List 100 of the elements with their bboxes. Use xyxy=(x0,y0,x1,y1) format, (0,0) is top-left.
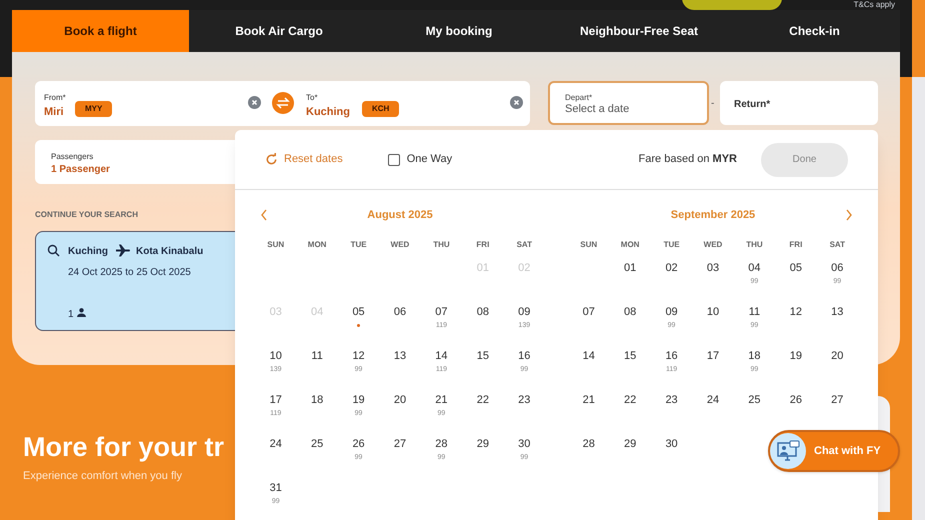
weekday-label: MON xyxy=(308,239,326,251)
tab[interactable]: Neighbour-Free Seat xyxy=(549,10,729,52)
day-number[interactable]: 31 xyxy=(270,481,282,496)
checkbox-label: One Way xyxy=(406,152,452,168)
day-number[interactable]: 17 xyxy=(706,349,720,364)
day-number[interactable]: 08 xyxy=(476,305,489,320)
city-name: Miri xyxy=(44,105,64,120)
tab[interactable]: Book a flight xyxy=(12,10,189,52)
day-number[interactable]: 14 xyxy=(582,349,595,364)
airport-code: KCH xyxy=(362,101,400,117)
weekday-label: SUN xyxy=(580,239,598,251)
field-label: From* xyxy=(44,92,66,104)
travel-dates: 24 Oct 2025 to 25 Oct 2025 xyxy=(68,266,191,280)
day-number[interactable]: 24 xyxy=(706,393,720,408)
day-number[interactable]: 29 xyxy=(624,437,636,452)
day-number[interactable]: 19 xyxy=(352,393,365,408)
day-number[interactable]: 05 xyxy=(790,261,802,276)
day-number[interactable]: 28 xyxy=(582,437,595,452)
day-number[interactable]: 12 xyxy=(352,349,365,364)
day-number[interactable]: 06 xyxy=(831,261,844,276)
day-number[interactable]: 04 xyxy=(748,261,761,276)
day-number[interactable]: 19 xyxy=(790,349,802,364)
field-label: Depart* xyxy=(565,92,592,104)
destination-city: Kota Kinabalu xyxy=(136,245,204,259)
tab[interactable]: My booking xyxy=(369,10,549,52)
date-separator: - xyxy=(711,97,714,111)
month-title: September 2025 xyxy=(670,208,756,223)
day-number[interactable]: 28 xyxy=(435,437,448,452)
day-number[interactable]: 11 xyxy=(311,349,323,364)
route-field[interactable]: From* Miri MYY To* Kuching KCH xyxy=(35,81,530,126)
day-number[interactable]: 22 xyxy=(476,393,489,408)
depart-field[interactable]: Depart* Select a date xyxy=(548,81,709,125)
day-number[interactable]: 15 xyxy=(476,349,489,364)
day-number[interactable]: 16 xyxy=(518,349,530,364)
day-number[interactable]: 12 xyxy=(790,305,802,320)
day-number[interactable]: 01 xyxy=(624,261,636,276)
weekday-label: TUE xyxy=(350,239,367,251)
day-number[interactable]: 06 xyxy=(394,305,406,320)
field-label: Return* xyxy=(734,98,770,112)
terms-note: T&Cs apply xyxy=(854,0,895,9)
day-number[interactable]: 30 xyxy=(518,437,530,452)
day-number[interactable]: 25 xyxy=(311,437,324,452)
day-number[interactable]: 09 xyxy=(518,305,530,320)
day-number[interactable]: 03 xyxy=(706,261,720,276)
promo-subtitle: Experience comfort when you fly xyxy=(23,469,182,484)
day-number[interactable]: 10 xyxy=(706,305,720,320)
day-number[interactable]: 26 xyxy=(790,393,802,408)
day-number[interactable]: 23 xyxy=(665,393,678,408)
day-number[interactable]: 07 xyxy=(435,305,448,320)
day-number[interactable]: 23 xyxy=(518,393,530,408)
weekday-label: FRI xyxy=(476,239,490,251)
day-number[interactable]: 05 xyxy=(352,305,365,320)
field-value: 1 Passenger xyxy=(51,163,110,177)
field-label: To* xyxy=(306,92,318,104)
month-title: August 2025 xyxy=(367,208,433,223)
day-number[interactable]: 18 xyxy=(311,393,324,408)
weekday-label: TUE xyxy=(664,239,680,251)
day-number[interactable]: 24 xyxy=(270,437,282,452)
passenger-count: 1 xyxy=(68,308,74,322)
day-number[interactable]: 11 xyxy=(748,305,760,320)
weekday-label: FRI xyxy=(789,239,802,251)
day-number[interactable]: 16 xyxy=(665,349,678,364)
fare-currency-note: Fare based on MYR xyxy=(638,152,737,168)
day-number[interactable]: 27 xyxy=(394,437,406,452)
day-number[interactable]: 25 xyxy=(748,393,761,408)
day-number[interactable]: 09 xyxy=(665,305,678,320)
weekday-label: SUN xyxy=(267,239,284,251)
day-number[interactable]: 21 xyxy=(582,393,595,408)
day-number[interactable]: 20 xyxy=(394,393,406,408)
day-number[interactable]: 18 xyxy=(748,349,761,364)
promo-title: More for your tr xyxy=(23,431,224,464)
day-number[interactable]: 20 xyxy=(831,349,844,364)
day-number[interactable]: 07 xyxy=(582,305,595,320)
day-number[interactable]: 15 xyxy=(624,349,636,364)
weekday-label: SAT xyxy=(830,239,845,251)
return-field[interactable]: Return* xyxy=(720,81,878,125)
tab[interactable]: Book Air Cargo xyxy=(189,10,369,52)
day-number[interactable]: 17 xyxy=(270,393,282,408)
weekday-label: SAT xyxy=(516,239,532,251)
tab[interactable]: Check-in xyxy=(729,10,900,52)
weekday-label: THU xyxy=(746,239,763,251)
day-number[interactable]: 30 xyxy=(665,437,678,452)
day-number[interactable]: 10 xyxy=(270,349,282,364)
day-number[interactable]: 29 xyxy=(476,437,489,452)
weekday-label: THU xyxy=(433,239,450,251)
day-number[interactable]: 13 xyxy=(394,349,406,364)
day-number[interactable]: 26 xyxy=(352,437,365,452)
weekday-label: MON xyxy=(620,239,640,251)
weekday-label: WED xyxy=(704,239,722,251)
day-number[interactable]: 21 xyxy=(435,393,448,408)
day-number[interactable]: 02 xyxy=(665,261,678,276)
section-heading: CONTINUE YOUR SEARCH xyxy=(35,209,138,221)
airport-code: MYY xyxy=(75,101,112,117)
day-number[interactable]: 08 xyxy=(624,305,636,320)
day-number[interactable]: 27 xyxy=(831,393,844,408)
day-number[interactable]: 13 xyxy=(831,305,844,320)
day-number[interactable]: 14 xyxy=(435,349,448,364)
day-number[interactable]: 22 xyxy=(624,393,636,408)
origin-city: Kuching xyxy=(68,245,108,259)
date-input[interactable]: Select a date xyxy=(565,101,695,118)
